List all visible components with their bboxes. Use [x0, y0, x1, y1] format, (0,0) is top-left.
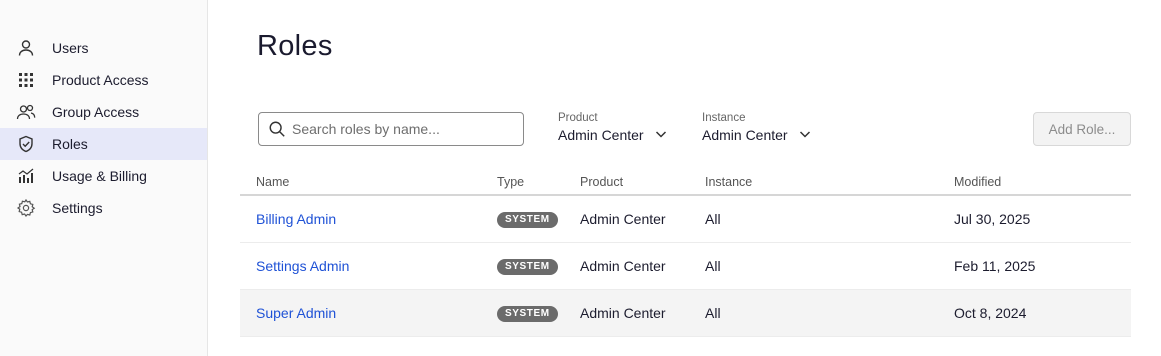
product-filter-label: Product — [558, 112, 598, 124]
column-header-type[interactable]: Type — [497, 175, 524, 189]
table-row[interactable]: Billing Admin SYSTEM Admin Center All Ju… — [240, 196, 1131, 243]
role-name-link[interactable]: Billing Admin — [256, 211, 336, 227]
sidebar-item-label: Settings — [52, 200, 103, 216]
column-header-modified[interactable]: Modified — [954, 175, 1001, 189]
sidebar-item-usage-billing[interactable]: Usage & Billing — [0, 160, 207, 192]
sidebar: Users Product Access Group Access Roles … — [0, 0, 208, 356]
chevron-down-icon — [799, 130, 810, 138]
type-badge: SYSTEM — [497, 212, 558, 228]
table-row[interactable]: Super Admin SYSTEM Admin Center All Oct … — [240, 290, 1131, 337]
chart-icon — [16, 166, 36, 186]
sidebar-item-label: Usage & Billing — [52, 168, 147, 184]
product-cell: Admin Center — [580, 305, 666, 321]
product-filter-dropdown[interactable]: Product Admin Center — [558, 112, 668, 143]
column-header-product[interactable]: Product — [580, 175, 623, 189]
type-badge: SYSTEM — [497, 306, 558, 322]
sidebar-item-users[interactable]: Users — [0, 32, 207, 64]
main-content: Roles Product Admin Center Instance Admi… — [240, 0, 1132, 356]
search-input[interactable] — [292, 121, 512, 137]
instance-filter-value: Admin Center — [702, 127, 788, 143]
table-row[interactable]: Settings Admin SYSTEM Admin Center All F… — [240, 243, 1131, 290]
instance-cell: All — [705, 258, 721, 274]
sidebar-item-roles[interactable]: Roles — [0, 128, 207, 160]
page-title: Roles — [257, 30, 333, 62]
sidebar-item-label: Product Access — [52, 72, 149, 88]
add-role-button[interactable]: Add Role... — [1033, 112, 1131, 146]
product-filter-value: Admin Center — [558, 127, 644, 143]
role-name-link[interactable]: Super Admin — [256, 305, 336, 321]
role-name-link[interactable]: Settings Admin — [256, 258, 349, 274]
table-header: Name Type Product Instance Modified — [240, 166, 1131, 196]
search-icon — [269, 121, 285, 137]
column-header-name[interactable]: Name — [256, 175, 289, 189]
user-icon — [16, 38, 36, 58]
type-badge: SYSTEM — [497, 259, 558, 275]
sidebar-item-label: Users — [52, 40, 89, 56]
roles-table: Name Type Product Instance Modified Bill… — [240, 166, 1131, 337]
grid-icon — [16, 70, 36, 90]
sidebar-item-product-access[interactable]: Product Access — [0, 64, 207, 96]
search-box[interactable] — [258, 112, 524, 146]
column-header-instance[interactable]: Instance — [705, 175, 752, 189]
instance-cell: All — [705, 305, 721, 321]
sidebar-item-label: Roles — [52, 136, 88, 152]
modified-cell: Oct 8, 2024 — [954, 305, 1027, 321]
product-cell: Admin Center — [580, 258, 666, 274]
chevron-down-icon — [655, 130, 666, 138]
instance-filter-label: Instance — [702, 112, 746, 124]
modified-cell: Jul 30, 2025 — [954, 211, 1031, 227]
group-icon — [16, 102, 36, 122]
sidebar-item-label: Group Access — [52, 104, 140, 120]
sidebar-item-settings[interactable]: Settings — [0, 192, 207, 224]
instance-cell: All — [705, 211, 721, 227]
product-cell: Admin Center — [580, 211, 666, 227]
sidebar-item-group-access[interactable]: Group Access — [0, 96, 207, 128]
modified-cell: Feb 11, 2025 — [954, 258, 1036, 274]
instance-filter-dropdown[interactable]: Instance Admin Center — [702, 112, 812, 143]
gear-icon — [16, 198, 36, 218]
shield-icon — [16, 134, 36, 154]
